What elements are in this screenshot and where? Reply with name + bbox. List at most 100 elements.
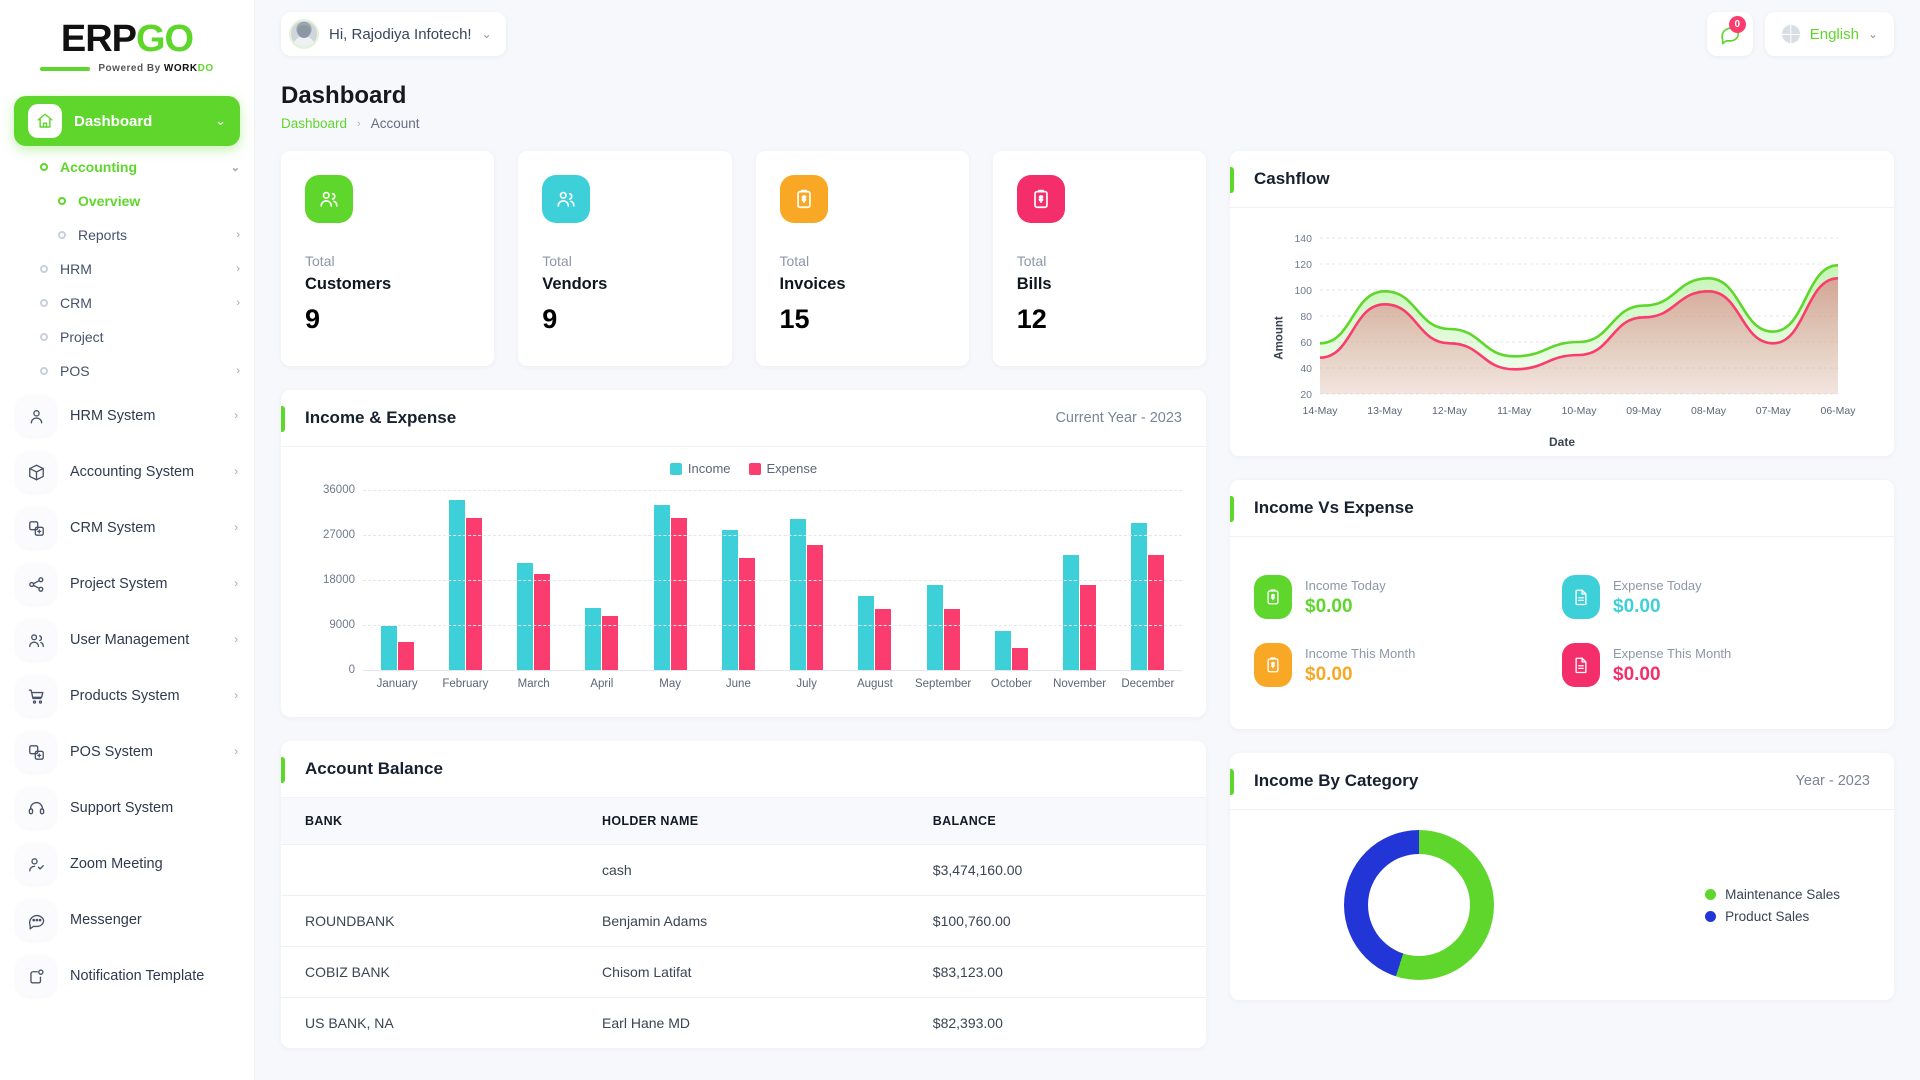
bar-expense[interactable] bbox=[671, 518, 687, 671]
sidebar-item-messenger[interactable]: Messenger bbox=[0, 892, 254, 948]
bar-income[interactable] bbox=[654, 505, 670, 670]
stat-card-invoices[interactable]: TotalInvoices15 bbox=[756, 151, 969, 366]
legend-item-expense[interactable]: Expense bbox=[749, 461, 818, 476]
bar-expense[interactable] bbox=[398, 642, 414, 671]
notification-badge: 0 bbox=[1729, 16, 1746, 33]
bar-expense[interactable] bbox=[534, 574, 550, 670]
sidebar-item-overview[interactable]: Overview bbox=[0, 184, 254, 218]
bar-income[interactable] bbox=[790, 519, 806, 670]
stat-card-customers[interactable]: TotalCustomers9 bbox=[281, 151, 494, 366]
bar-income[interactable] bbox=[449, 500, 465, 670]
sidebar-item-notification-template[interactable]: Notification Template bbox=[0, 948, 254, 1004]
sidebar-item-hrm-system[interactable]: HRM System› bbox=[0, 388, 254, 444]
table-row: US BANK, NAEarl Hane MD$82,393.00 bbox=[281, 998, 1206, 1049]
bar-income[interactable] bbox=[585, 608, 601, 671]
users-icon bbox=[542, 175, 590, 223]
donut-legend-item[interactable]: Product Sales bbox=[1705, 909, 1840, 924]
messages-button[interactable]: 0 bbox=[1707, 12, 1753, 56]
language-label: English bbox=[1810, 26, 1859, 43]
invoice-icon bbox=[1254, 643, 1292, 687]
sidebar-item-crm[interactable]: CRM› bbox=[0, 286, 254, 320]
breadcrumb-dashboard[interactable]: Dashboard bbox=[281, 116, 347, 131]
sidebar-item-project[interactable]: Project bbox=[0, 320, 254, 354]
stat-value: 9 bbox=[542, 304, 707, 335]
cell-balance: $82,393.00 bbox=[909, 998, 1206, 1049]
sidebar-item-crm-system[interactable]: CRM System› bbox=[0, 500, 254, 556]
column-header: HOLDER NAME bbox=[578, 798, 909, 845]
sidebar-item-reports[interactable]: Reports› bbox=[0, 218, 254, 252]
sidebar-item-user-management[interactable]: User Management› bbox=[0, 612, 254, 668]
income-vs-expense-title: Income Vs Expense bbox=[1254, 498, 1414, 518]
bar-income[interactable] bbox=[722, 530, 738, 670]
y-axis-tick: 0 bbox=[349, 664, 355, 676]
stat-card-vendors[interactable]: TotalVendors9 bbox=[518, 151, 731, 366]
bar-expense[interactable] bbox=[1080, 585, 1096, 670]
legend-item-income[interactable]: Income bbox=[670, 461, 731, 476]
bar-expense[interactable] bbox=[1012, 648, 1028, 670]
bar-expense[interactable] bbox=[944, 609, 960, 670]
income-expense-header: Income & Expense Current Year - 2023 bbox=[281, 390, 1206, 447]
bar-income[interactable] bbox=[995, 631, 1011, 670]
sidebar-item-accounting-system[interactable]: Accounting System› bbox=[0, 444, 254, 500]
bar-income[interactable] bbox=[927, 585, 943, 670]
chart-legend: Income Expense bbox=[305, 461, 1182, 476]
y-axis-tick: 36000 bbox=[323, 484, 355, 496]
cell-bank: COBIZ BANK bbox=[281, 947, 578, 998]
cart-icon bbox=[16, 676, 56, 716]
chevron-down-icon: ⌄ bbox=[215, 113, 226, 129]
donut-legend-item[interactable]: Maintenance Sales bbox=[1705, 887, 1840, 902]
sidebar-item-accounting[interactable]: Accounting⌄ bbox=[0, 150, 254, 184]
bar-income[interactable] bbox=[858, 596, 874, 670]
app-logo[interactable]: ERPGO Powered By WORKDO bbox=[0, 0, 254, 88]
legend-dot bbox=[1705, 911, 1716, 922]
puzzle-icon bbox=[16, 508, 56, 548]
puzzle-icon bbox=[16, 732, 56, 772]
sidebar-item-hrm[interactable]: HRM› bbox=[0, 252, 254, 286]
sidebar-item-label: Reports bbox=[78, 227, 236, 243]
stat-label: Vendors bbox=[542, 275, 707, 294]
invoice-icon bbox=[1017, 175, 1065, 223]
cart-icon bbox=[27, 687, 46, 706]
sidebar-item-pos-system[interactable]: POS System› bbox=[0, 724, 254, 780]
bar-expense[interactable] bbox=[875, 609, 891, 670]
cashflow-plot-area: 2040608010012014014-May13-May12-May11-Ma… bbox=[1254, 228, 1870, 433]
sidebar-item-products-system[interactable]: Products System› bbox=[0, 668, 254, 724]
bar-income[interactable] bbox=[1063, 555, 1079, 670]
sidebar-item-zoom-meeting[interactable]: Zoom Meeting bbox=[0, 836, 254, 892]
bar-expense[interactable] bbox=[466, 518, 482, 671]
avatar bbox=[289, 19, 319, 49]
bar-income[interactable] bbox=[381, 626, 397, 671]
svg-text:06-May: 06-May bbox=[1820, 405, 1856, 417]
cube-icon bbox=[27, 463, 46, 482]
svg-text:13-May: 13-May bbox=[1367, 405, 1403, 417]
powered-bold: WORK bbox=[164, 63, 198, 74]
bar-expense[interactable] bbox=[1148, 555, 1164, 671]
sidebar-item-project-system[interactable]: Project System› bbox=[0, 556, 254, 612]
language-selector[interactable]: English ⌄ bbox=[1765, 12, 1894, 56]
income-vs-expense-items: Income Today$0.00Expense Today$0.00Incom… bbox=[1230, 537, 1894, 729]
cashflow-title: Cashflow bbox=[1254, 169, 1330, 189]
income-expense-card: Income & Expense Current Year - 2023 Inc… bbox=[281, 390, 1206, 717]
invoice-icon bbox=[780, 175, 828, 223]
bar-income[interactable] bbox=[1131, 523, 1147, 670]
home-icon bbox=[28, 104, 62, 138]
cashflow-header: Cashflow bbox=[1230, 151, 1894, 208]
bar-expense[interactable] bbox=[807, 545, 823, 670]
sidebar-item-label: Products System bbox=[70, 688, 234, 704]
gridline bbox=[363, 580, 1182, 581]
sidebar-item-pos[interactable]: POS› bbox=[0, 354, 254, 388]
legend-swatch bbox=[749, 463, 761, 475]
sidebar-item-dashboard[interactable]: Dashboard ⌄ bbox=[14, 96, 240, 146]
bar-expense[interactable] bbox=[739, 558, 755, 670]
logo-powered-by: Powered By WORKDO bbox=[98, 63, 213, 74]
breadcrumb-current: Account bbox=[371, 116, 420, 131]
logo-rule bbox=[40, 67, 90, 71]
x-axis-tick: January bbox=[363, 678, 431, 690]
user-menu[interactable]: Hi, Rajodiya Infotech! ⌄ bbox=[281, 12, 506, 56]
invoice-icon bbox=[1264, 656, 1282, 674]
user-check-icon bbox=[27, 855, 46, 874]
sidebar-item-support-system[interactable]: Support System bbox=[0, 780, 254, 836]
legend-label: Income bbox=[688, 461, 731, 476]
chevron-right-icon: › bbox=[234, 690, 238, 702]
stat-card-bills[interactable]: TotalBills12 bbox=[993, 151, 1206, 366]
